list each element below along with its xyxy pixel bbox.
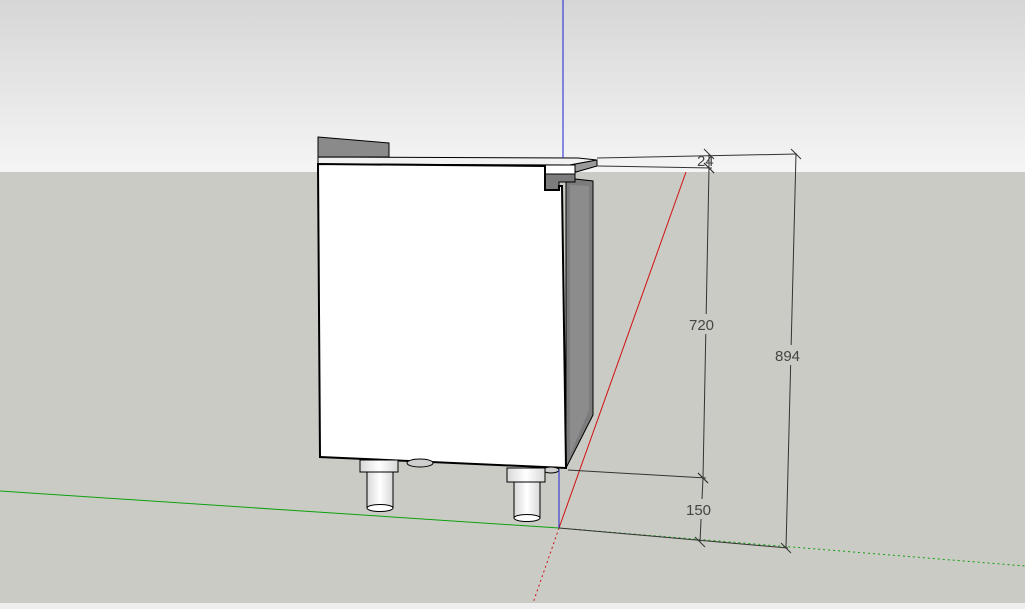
dimension-24-label: 24 <box>697 153 714 170</box>
dimension-894-label: 894 <box>775 348 800 365</box>
cabinet-side-inner <box>570 185 589 455</box>
sky-background <box>0 0 1025 172</box>
status-bar-edge <box>0 603 1025 609</box>
worktop-front-lip <box>544 164 576 175</box>
model-scene: 24 720 150 894 <box>0 0 1025 604</box>
dimension-24[interactable]: 24 <box>697 148 715 174</box>
dimension-720-label: 720 <box>689 317 714 334</box>
dimension-150-label: 150 <box>686 502 711 519</box>
cabinet-front-panel <box>316 162 568 470</box>
3d-viewport[interactable]: 24 720 150 894 <box>0 0 1025 609</box>
